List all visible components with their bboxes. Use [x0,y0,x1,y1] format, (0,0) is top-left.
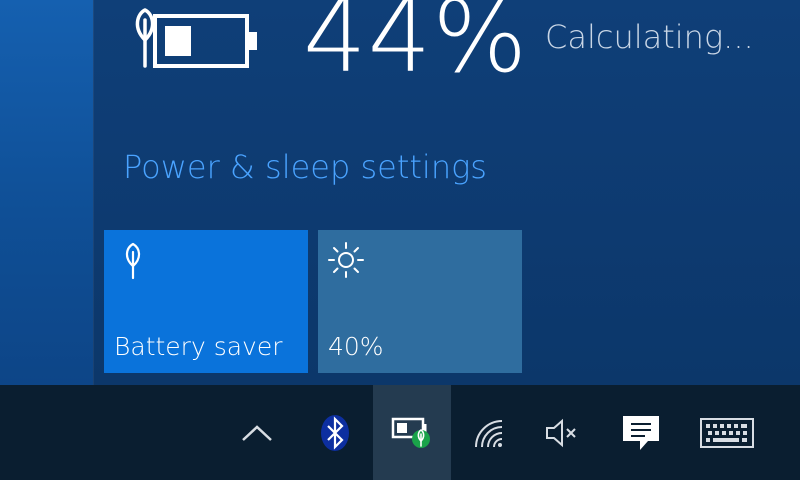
wifi-icon [475,419,503,447]
brightness-level-label: 40% [328,332,384,361]
power-sleep-settings-link[interactable]: Power & sleep settings [123,148,487,186]
battery-saver-label: Battery saver [114,332,283,361]
battery-flyout: 44% Calculating... Power & sleep setting… [93,0,800,385]
chevron-up-icon [242,424,272,441]
bluetooth-icon [321,414,349,451]
taskbar [0,385,800,480]
speaker-muted-icon [546,418,576,447]
battery-leaf-icon [391,417,430,448]
battery-icon [135,8,257,68]
leaf-icon [125,242,141,280]
notification-icon [623,415,659,450]
volume-button[interactable] [528,385,598,480]
brightness-tile[interactable]: 40% [318,230,522,373]
action-center-button[interactable] [606,385,676,480]
battery-tray-button[interactable] [373,385,451,480]
battery-time-remaining: Calculating... [545,18,754,56]
show-hidden-icons-button[interactable] [222,385,292,480]
desktop-background [0,0,93,385]
bluetooth-button[interactable] [300,385,370,480]
sun-icon [328,242,364,278]
touch-keyboard-button[interactable] [690,385,764,480]
battery-saver-tile[interactable]: Battery saver [104,230,308,373]
network-button[interactable] [455,385,525,480]
battery-percentage: 44% [303,0,529,95]
keyboard-icon [700,417,754,448]
